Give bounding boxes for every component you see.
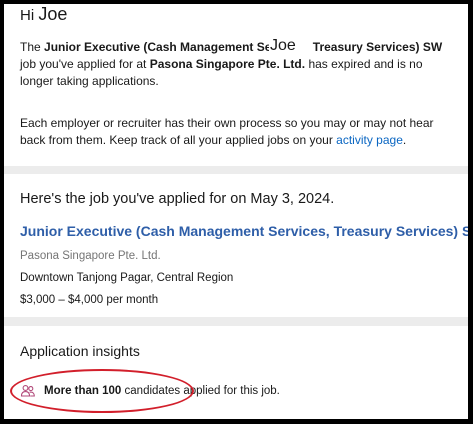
job-title-link[interactable]: Junior Executive (Cash Management Servic…	[20, 221, 468, 241]
period: .	[402, 133, 407, 147]
notice-card: Hi Joe The Junior Executive (Cash Manage…	[4, 4, 468, 166]
activity-page-link[interactable]: activity page	[336, 133, 403, 147]
name-overlay: Joe	[269, 36, 297, 56]
job-salary: $3,000 – $4,000 per month	[20, 294, 159, 306]
people-icon	[20, 383, 36, 399]
notice-job-title-part1: Junior Executive (Cash Management Serv	[44, 40, 283, 54]
greeting-hi: Hi	[20, 7, 35, 24]
job-company: Pasona Singapore Pte. Ltd.	[20, 250, 161, 262]
applicant-count: More than 100 candidates applied for thi…	[20, 382, 280, 400]
applicant-count-bold: More than 100	[44, 385, 122, 397]
insights-title: Application insights	[20, 343, 140, 359]
greeting-name: Joe	[38, 4, 68, 24]
notice-job-title-part2: Treasury Services) SW	[312, 40, 443, 54]
insights-card: Application insights More than 100 candi…	[4, 326, 468, 419]
notice-job-label: job	[20, 57, 37, 71]
notice-company: Pasona Singapore Pte. Ltd.	[149, 57, 306, 71]
job-location: Downtown Tanjong Pagar, Central Region	[20, 272, 234, 284]
applicant-count-text: candidates applied for this job.	[124, 385, 280, 397]
greeting: Hi Joe	[20, 4, 67, 26]
job-card: Here's the job you've applied for on May…	[4, 174, 468, 317]
expired-notice: The Junior Executive (Cash Management Se…	[20, 40, 443, 88]
job-applied-heading: Here's the job you've applied for on May…	[20, 191, 335, 207]
process-notice: Each employer or recruiter has their own…	[20, 115, 458, 149]
email-frame: Hi Joe The Junior Executive (Cash Manage…	[0, 0, 473, 424]
notice-applied-text: you've applied for at	[39, 57, 147, 71]
